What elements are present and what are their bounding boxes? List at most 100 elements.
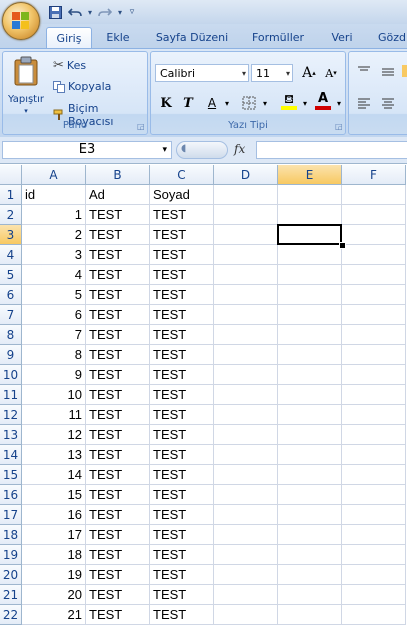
cell-e11[interactable] — [278, 385, 342, 405]
name-box[interactable]: E3 ▾ — [2, 141, 172, 159]
cell-a9[interactable]: 8 — [22, 345, 86, 365]
cell-f22[interactable] — [342, 605, 406, 625]
cell-c21[interactable]: TEST — [150, 585, 214, 605]
chevron-down-icon[interactable]: ▾ — [301, 94, 309, 112]
cell-d11[interactable] — [214, 385, 278, 405]
cell-f2[interactable] — [342, 205, 406, 225]
row-header[interactable]: 20 — [0, 565, 22, 585]
cell-e9[interactable] — [278, 345, 342, 365]
cell-b12[interactable]: TEST — [86, 405, 150, 425]
cell-f19[interactable] — [342, 545, 406, 565]
cell-a10[interactable]: 9 — [22, 365, 86, 385]
cell-c6[interactable]: TEST — [150, 285, 214, 305]
cell-e1[interactable] — [278, 185, 342, 205]
cell-d22[interactable] — [214, 605, 278, 625]
cell-f16[interactable] — [342, 485, 406, 505]
cell-b3[interactable]: TEST — [86, 225, 150, 245]
row-header[interactable]: 12 — [0, 405, 22, 425]
align-center-button[interactable] — [379, 94, 397, 112]
row-header[interactable]: 16 — [0, 485, 22, 505]
cell-f7[interactable] — [342, 305, 406, 325]
row-header[interactable]: 18 — [0, 525, 22, 545]
row-header[interactable]: 22 — [0, 605, 22, 625]
row-header[interactable]: 2 — [0, 205, 22, 225]
cell-c11[interactable]: TEST — [150, 385, 214, 405]
cell-b7[interactable]: TEST — [86, 305, 150, 325]
copy-button[interactable]: Kopyala — [53, 80, 111, 93]
formula-bar-divider-handle[interactable]: ◖ — [176, 141, 228, 159]
row-header[interactable]: 3 — [0, 225, 22, 245]
chevron-down-icon[interactable]: ▾ — [223, 94, 231, 112]
cell-e10[interactable] — [278, 365, 342, 385]
cell-d20[interactable] — [214, 565, 278, 585]
cell-e19[interactable] — [278, 545, 342, 565]
cell-f14[interactable] — [342, 445, 406, 465]
column-header-b[interactable]: B — [86, 165, 150, 185]
cell-d19[interactable] — [214, 545, 278, 565]
cell-a11[interactable]: 10 — [22, 385, 86, 405]
dialog-launcher-icon[interactable]: ◲ — [335, 123, 343, 131]
cell-f4[interactable] — [342, 245, 406, 265]
cell-e14[interactable] — [278, 445, 342, 465]
row-header[interactable]: 4 — [0, 245, 22, 265]
cell-b8[interactable]: TEST — [86, 325, 150, 345]
chevron-down-icon[interactable]: ▾ — [335, 94, 343, 112]
column-header-d[interactable]: D — [214, 165, 278, 185]
cell-f8[interactable] — [342, 325, 406, 345]
cell-c20[interactable]: TEST — [150, 565, 214, 585]
row-header[interactable]: 8 — [0, 325, 22, 345]
cell-a21[interactable]: 20 — [22, 585, 86, 605]
cell-c13[interactable]: TEST — [150, 425, 214, 445]
row-header[interactable]: 13 — [0, 425, 22, 445]
office-button[interactable] — [2, 2, 40, 40]
column-header-c[interactable]: C — [150, 165, 214, 185]
cell-c15[interactable]: TEST — [150, 465, 214, 485]
cell-b19[interactable]: TEST — [86, 545, 150, 565]
cell-e15[interactable] — [278, 465, 342, 485]
cell-b13[interactable]: TEST — [86, 425, 150, 445]
cell-b4[interactable]: TEST — [86, 245, 150, 265]
cell-a18[interactable]: 17 — [22, 525, 86, 545]
cell-a2[interactable]: 1 — [22, 205, 86, 225]
cell-b5[interactable]: TEST — [86, 265, 150, 285]
row-header[interactable]: 19 — [0, 545, 22, 565]
cell-e21[interactable] — [278, 585, 342, 605]
tab-insert[interactable]: Ekle — [98, 27, 138, 48]
cell-e17[interactable] — [278, 505, 342, 525]
cell-c18[interactable]: TEST — [150, 525, 214, 545]
cell-b20[interactable]: TEST — [86, 565, 150, 585]
cell-e12[interactable] — [278, 405, 342, 425]
cell-f18[interactable] — [342, 525, 406, 545]
fill-handle[interactable] — [339, 242, 346, 249]
cell-f13[interactable] — [342, 425, 406, 445]
cell-a8[interactable]: 7 — [22, 325, 86, 345]
row-header[interactable]: 14 — [0, 445, 22, 465]
align-middle-button[interactable] — [379, 62, 397, 80]
cell-f6[interactable] — [342, 285, 406, 305]
cell-f9[interactable] — [342, 345, 406, 365]
cell-d7[interactable] — [214, 305, 278, 325]
cell-b2[interactable]: TEST — [86, 205, 150, 225]
cell-f3[interactable] — [342, 225, 406, 245]
cell-f10[interactable] — [342, 365, 406, 385]
chevron-down-icon[interactable]: ▾ — [86, 4, 94, 20]
cell-b1[interactable]: Ad — [86, 185, 150, 205]
cell-a3[interactable]: 2 — [22, 225, 86, 245]
cell-a1[interactable]: id — [22, 185, 86, 205]
cell-d17[interactable] — [214, 505, 278, 525]
cell-b18[interactable]: TEST — [86, 525, 150, 545]
font-color-button[interactable]: A — [313, 92, 333, 110]
dialog-launcher-icon[interactable]: ◲ — [137, 123, 145, 131]
cell-e20[interactable] — [278, 565, 342, 585]
align-top-button[interactable] — [355, 62, 373, 80]
cell-a19[interactable]: 18 — [22, 545, 86, 565]
cell-a15[interactable]: 14 — [22, 465, 86, 485]
cell-b9[interactable]: TEST — [86, 345, 150, 365]
cell-f15[interactable] — [342, 465, 406, 485]
insert-function-button[interactable]: fx — [234, 142, 245, 156]
cell-f17[interactable] — [342, 505, 406, 525]
row-header[interactable]: 11 — [0, 385, 22, 405]
cell-b6[interactable]: TEST — [86, 285, 150, 305]
paste-button[interactable]: Yapıştır ▾ — [5, 54, 47, 116]
cell-a22[interactable]: 21 — [22, 605, 86, 625]
